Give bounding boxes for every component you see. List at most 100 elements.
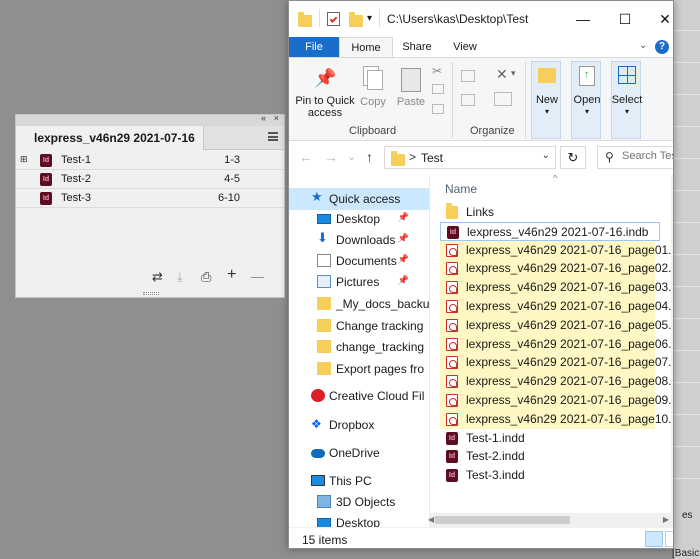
nav-item[interactable]: Change tracking bbox=[289, 315, 429, 337]
resize-grip[interactable] bbox=[143, 292, 159, 295]
recent-locations-icon[interactable]: ⌄ bbox=[347, 150, 356, 163]
file-row[interactable]: lexpress_v46n29 2021-07-16_page07.pdf04 bbox=[440, 353, 673, 373]
open-dropdown-icon[interactable]: ▾ bbox=[569, 106, 605, 118]
book-tab[interactable]: lexpress_v46n29 2021-07-16 bbox=[16, 126, 204, 150]
delete-icon[interactable]: ✕ bbox=[496, 66, 508, 83]
large-icons-view-icon[interactable] bbox=[665, 531, 673, 547]
book-document-row[interactable]: ⊞ Id Test-1 1-3 bbox=[16, 151, 284, 170]
save-book-icon[interactable]: ⤓ bbox=[177, 269, 183, 285]
print-book-icon[interactable]: ⎙ bbox=[201, 269, 211, 285]
nav-item[interactable]: change_tracking bbox=[289, 336, 429, 358]
panel-topbar: « × bbox=[16, 113, 284, 126]
pdf-file-icon bbox=[446, 356, 458, 370]
horizontal-scrollbar[interactable]: ◀ ▶ bbox=[428, 513, 673, 527]
rename-icon[interactable] bbox=[494, 92, 512, 106]
documents-icon bbox=[317, 254, 331, 267]
cut-icon[interactable]: ✂ bbox=[432, 64, 442, 78]
file-row[interactable]: lexpress_v46n29 2021-07-16_page02.pdf04 bbox=[440, 259, 673, 279]
back-icon[interactable]: ← bbox=[299, 149, 313, 165]
nav-item[interactable]: ❖ Dropbox bbox=[289, 414, 429, 436]
book-panel: « × lexpress_v46n29 2021-07-16 ⊞ Id Test-1… bbox=[15, 113, 285, 298]
nav-item[interactable]: This PC bbox=[289, 470, 429, 492]
synchronize-icon[interactable]: ⇄ bbox=[152, 269, 163, 285]
remove-document-icon[interactable]: — bbox=[251, 269, 264, 284]
up-icon[interactable]: ↑ bbox=[366, 149, 373, 165]
pdf-file-icon bbox=[446, 262, 458, 276]
new-button[interactable]: New bbox=[531, 94, 563, 106]
file-row[interactable]: lexpress_v46n29 2021-07-16_page05.pdf04 bbox=[440, 315, 673, 335]
help-icon[interactable]: ? bbox=[655, 40, 669, 54]
copy-path-icon[interactable] bbox=[432, 84, 444, 94]
chevron-down-icon[interactable]: ⌄ bbox=[542, 150, 550, 161]
select-dropdown-icon[interactable]: ▾ bbox=[607, 106, 647, 118]
nav-item[interactable]: Desktop 📌 bbox=[289, 208, 429, 230]
folder-icon bbox=[317, 297, 331, 310]
nav-item[interactable]: Desktop bbox=[289, 512, 429, 527]
tab-home[interactable]: Home bbox=[339, 37, 393, 57]
copy-button[interactable]: Copy bbox=[359, 96, 387, 108]
nav-item[interactable]: ★ Quick access bbox=[289, 188, 429, 210]
breadcrumb-separator[interactable]: > bbox=[409, 150, 416, 164]
address-field[interactable]: > Test ⌄ bbox=[384, 146, 556, 169]
open-icon: ↑ bbox=[579, 66, 595, 86]
new-folder-icon[interactable] bbox=[349, 12, 363, 27]
close-button[interactable]: ✕ bbox=[651, 7, 673, 31]
file-row[interactable]: IdTest-1.indd29 bbox=[440, 429, 673, 448]
paste-button[interactable]: Paste bbox=[395, 96, 427, 108]
file-row[interactable]: lexpress_v46n29 2021-07-16_page03.pdf04 bbox=[440, 278, 673, 298]
properties-icon[interactable] bbox=[327, 12, 340, 26]
search-input[interactable] bbox=[622, 150, 673, 162]
nav-item[interactable]: _My_docs_backu bbox=[289, 293, 429, 315]
pin-to-quick-access-button[interactable]: Pin to Quick access bbox=[295, 95, 355, 119]
nav-item[interactable]: 3D Objects bbox=[289, 491, 429, 513]
panel-menu-icon[interactable] bbox=[268, 132, 278, 141]
pin-icon: 📌 bbox=[397, 233, 409, 243]
details-view-icon[interactable] bbox=[645, 531, 663, 547]
file-row[interactable]: lexpress_v46n29 2021-07-16_page04.pdf04 bbox=[440, 297, 673, 316]
minimize-button[interactable]: — bbox=[569, 7, 597, 31]
collapse-ribbon-icon[interactable]: ⌄ bbox=[639, 40, 647, 51]
select-button[interactable]: Select bbox=[607, 94, 647, 106]
file-row[interactable]: IdTest-2.indd29 bbox=[440, 447, 673, 466]
file-row[interactable]: lexpress_v46n29 2021-07-16_page08.pdf04 bbox=[440, 372, 673, 392]
scroll-thumb[interactable] bbox=[435, 516, 570, 524]
maximize-button[interactable]: ☐ bbox=[611, 7, 639, 31]
tab-file[interactable]: File bbox=[289, 37, 339, 57]
title-bar[interactable]: ▾ C:\Users\kas\Desktop\Test — ☐ ✕ bbox=[289, 1, 673, 37]
file-row[interactable]: lexpress_v46n29 2021-07-16_page06.pdf04 bbox=[440, 334, 673, 354]
nav-item[interactable]: ⬇ Downloads 📌 bbox=[289, 229, 429, 251]
close-icon[interactable]: × bbox=[274, 113, 279, 123]
delete-dropdown-icon[interactable]: ▾ bbox=[511, 68, 516, 79]
nav-item[interactable]: Export pages fro bbox=[289, 358, 429, 380]
scroll-left-icon[interactable]: ◀ bbox=[428, 513, 434, 527]
file-row[interactable]: lexpress_v46n29 2021-07-16_page01.pdf04 bbox=[440, 240, 673, 260]
nav-item[interactable]: Creative Cloud Fil bbox=[289, 385, 429, 407]
customize-toolbar-icon[interactable]: ▾ bbox=[367, 13, 372, 24]
nav-item[interactable]: Documents 📌 bbox=[289, 250, 429, 272]
column-name[interactable]: Name bbox=[445, 182, 477, 196]
content-scrollbar[interactable] bbox=[671, 175, 673, 527]
forward-icon[interactable]: → bbox=[324, 149, 338, 165]
move-to-icon[interactable] bbox=[461, 70, 475, 82]
book-document-row[interactable]: Id Test-2 4-5 bbox=[16, 170, 284, 189]
copy-to-icon[interactable] bbox=[461, 94, 475, 106]
add-document-icon[interactable]: + bbox=[227, 266, 236, 284]
file-row[interactable]: lexpress_v46n29 2021-07-16_page09.pdf04 bbox=[440, 391, 673, 410]
search-box[interactable]: ⚲ bbox=[597, 146, 673, 169]
tab-share[interactable]: Share bbox=[393, 37, 441, 57]
book-document-row[interactable]: Id Test-3 6-10 bbox=[16, 189, 284, 208]
breadcrumb-test[interactable]: Test bbox=[421, 151, 443, 165]
nav-item[interactable]: OneDrive bbox=[289, 442, 429, 464]
tab-view[interactable]: View bbox=[441, 37, 489, 57]
file-row[interactable]: lexpress_v46n29 2021-07-16_page10.pdf04 bbox=[440, 409, 673, 429]
collapse-icon[interactable]: « bbox=[261, 113, 266, 123]
refresh-button[interactable]: ↻ bbox=[560, 146, 586, 169]
file-row[interactable]: Idlexpress_v46n29 2021-07-16.indb01 bbox=[440, 221, 660, 241]
nav-item[interactable]: Pictures 📌 bbox=[289, 271, 429, 293]
file-row[interactable]: IdTest-3.indd29 bbox=[440, 466, 673, 485]
paste-shortcut-icon[interactable] bbox=[432, 104, 444, 114]
new-dropdown-icon[interactable]: ▾ bbox=[531, 106, 563, 118]
file-row[interactable]: Links04 bbox=[440, 203, 673, 222]
scroll-right-icon[interactable]: ▶ bbox=[663, 513, 669, 527]
open-button[interactable]: Open bbox=[569, 94, 605, 106]
